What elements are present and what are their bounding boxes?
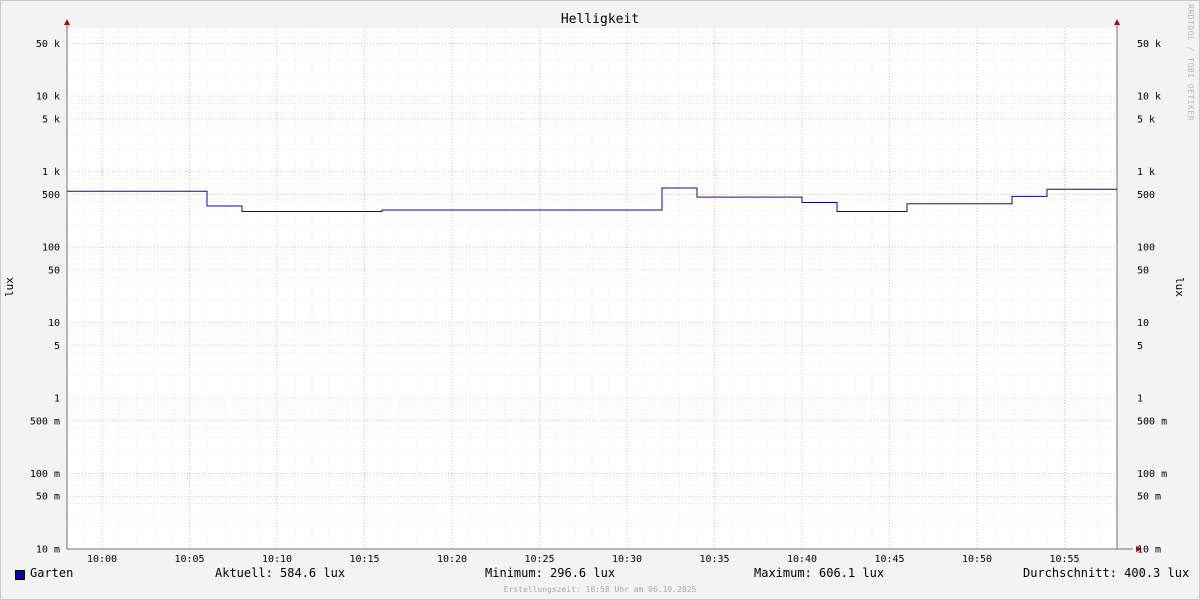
y-tick-label-left: 500 m xyxy=(30,416,60,427)
y-tick-label-right: 50 m xyxy=(1137,492,1161,503)
grid xyxy=(67,28,1117,550)
y-tick-label-left: 5 k xyxy=(42,114,60,125)
y-axis-arrow-left xyxy=(64,19,70,25)
y-tick-label-right: 5 k xyxy=(1137,114,1155,125)
y-tick-label-right: 50 k xyxy=(1137,39,1161,50)
y-tick-label-left: 100 m xyxy=(30,469,60,480)
legend-minimum: Minimum: 296.6 lux xyxy=(485,566,616,580)
y-tick-label-right: 10 m xyxy=(1137,545,1161,556)
x-tick-label: 10:40 xyxy=(787,554,817,565)
y-tick-label-left: 50 m xyxy=(36,492,60,503)
y-tick-label-left: 5 xyxy=(54,341,60,352)
y-axis-label-right: lux xyxy=(1173,277,1186,297)
legend: Garten Aktuell: 584.6 lux Minimum: 296.6… xyxy=(0,566,1200,584)
y-tick-label-left: 50 xyxy=(48,265,60,276)
x-tick-label: 10:55 xyxy=(1049,554,1079,565)
x-tick-label: 10:30 xyxy=(612,554,642,565)
footer-timestamp: Erstellungszeit: 10:58 Uhr am 06.10.2025 xyxy=(503,585,697,594)
y-tick-label-left: 500 xyxy=(42,190,60,201)
y-tick-label-right: 10 k xyxy=(1137,92,1161,103)
x-tick-label: 10:25 xyxy=(524,554,554,565)
x-tick-label: 10:35 xyxy=(699,554,729,565)
x-tick-label: 10:50 xyxy=(962,554,992,565)
y-tick-label-left: 100 xyxy=(42,243,60,254)
chart-title: Helligkeit xyxy=(561,12,639,27)
y-tick-label-right: 10 xyxy=(1137,318,1149,329)
y-tick-label-left: 1 xyxy=(54,394,60,405)
y-tick-label-left: 50 k xyxy=(36,39,60,50)
legend-maximum: Maximum: 606.1 lux xyxy=(754,566,885,580)
y-axis-arrow-right xyxy=(1114,19,1120,25)
legend-current: Aktuell: 584.6 lux xyxy=(215,566,346,580)
y-tick-label-left: 10 k xyxy=(36,92,60,103)
x-tick-label: 10:45 xyxy=(874,554,904,565)
x-tick-label: 10:15 xyxy=(349,554,379,565)
x-tick-label: 10:00 xyxy=(87,554,117,565)
legend-average: Durchschnitt: 400.3 lux xyxy=(1023,566,1190,580)
y-tick-label-right: 1 xyxy=(1137,394,1143,405)
y-tick-label-right: 100 xyxy=(1137,243,1155,254)
y-tick-label-right: 5 xyxy=(1137,341,1143,352)
watermark: RRDTOOL / TOBI OETIKER xyxy=(1186,4,1195,121)
chart-canvas: 10:00 10:05 10:10 10:15 10:20 10:25 10:30 10:35… xyxy=(3,12,1186,565)
y-tick-label-left: 10 m xyxy=(36,545,60,556)
y-tick-label-right: 1 k xyxy=(1137,167,1155,178)
y-tick-label-right: 500 xyxy=(1137,190,1155,201)
y-axis-label-left: lux xyxy=(3,277,16,297)
y-tick-label-left: 10 xyxy=(48,318,60,329)
legend-series-name: Garten xyxy=(30,566,74,580)
y-tick-label-right: 500 m xyxy=(1137,416,1167,427)
x-tick-label: 10:10 xyxy=(262,554,292,565)
x-tick-label: 10:05 xyxy=(174,554,204,565)
y-tick-label-right: 100 m xyxy=(1137,469,1167,480)
x-tick-label: 10:20 xyxy=(437,554,467,565)
y-tick-label-left: 1 k xyxy=(42,167,60,178)
y-tick-label-right: 50 xyxy=(1137,265,1149,276)
